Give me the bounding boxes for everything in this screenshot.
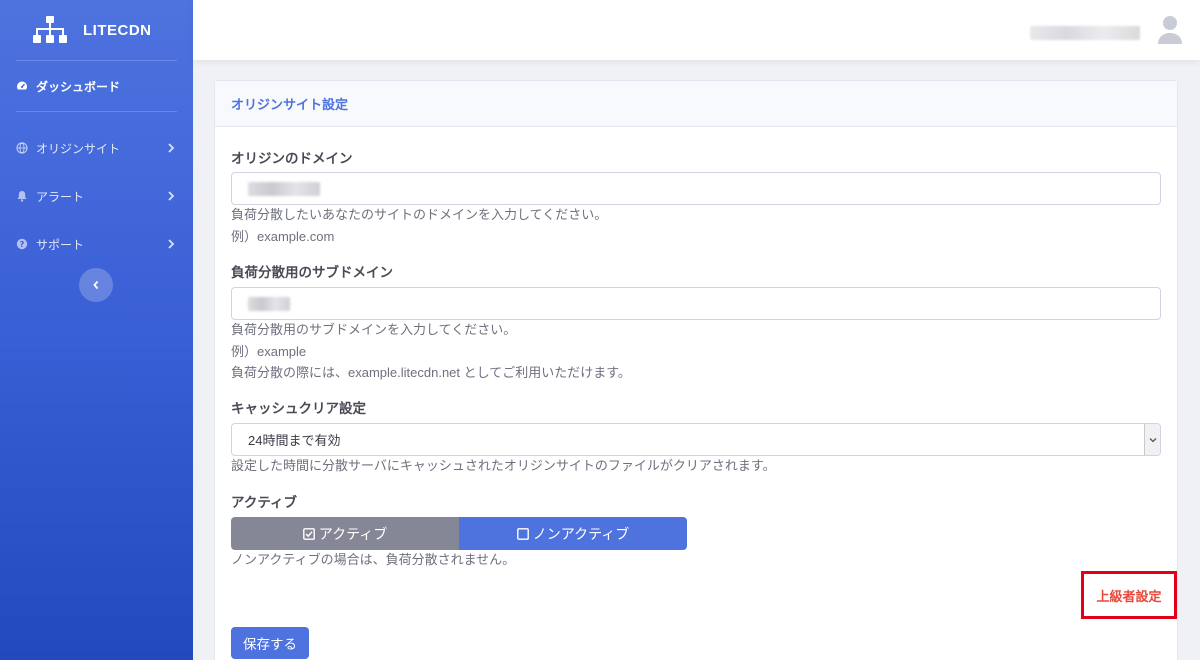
redacted-value [248, 181, 320, 196]
save-button[interactable]: 保存する [231, 627, 309, 659]
tachometer-icon [16, 80, 28, 92]
user-name-redacted[interactable] [1030, 26, 1140, 40]
chevron-right-icon [168, 143, 175, 153]
sidebar-item-label: アラート [36, 189, 85, 204]
svg-text:?: ? [20, 240, 25, 249]
cache-clear-selected-value: 24時間まで有効 [248, 433, 341, 448]
inactive-option-label: ノンアクティブ [532, 525, 630, 542]
subdomain-help: 負荷分散用のサブドメインを入力してください。 [231, 322, 517, 337]
active-help: ノンアクティブの場合は、負荷分散されません。 [231, 552, 516, 567]
sidebar-item-label: オリジンサイト [36, 141, 121, 156]
subdomain-usage-note: 負荷分散の際には、example.litecdn.net としてご利用いただけま… [231, 365, 631, 380]
active-label: アクティブ [231, 495, 298, 510]
card-header: オリジンサイト設定 [215, 81, 1177, 127]
sidebar-item-origin-site[interactable]: オリジンサイト [0, 124, 193, 172]
checkbox-checked-icon [302, 527, 315, 540]
cache-clear-help: 設定した時間に分散サーバにキャッシュされたオリジンサイトのファイルがクリアされま… [231, 458, 776, 473]
bell-icon [16, 190, 28, 202]
sidebar: LITECDN ダッシュボード オリジンサイト アラート ? サポート [0, 0, 193, 660]
chevron-right-icon [168, 239, 175, 249]
origin-site-settings-card: オリジンサイト設定 オリジンのドメイン 負荷分散したいあなたのサイトのドメインを… [214, 80, 1178, 660]
sidebar-item-alert[interactable]: アラート [0, 172, 193, 220]
select-arrow[interactable] [1144, 424, 1160, 455]
active-option-label: アクティブ [318, 525, 388, 542]
chevron-down-icon [1149, 437, 1156, 442]
sidebar-toggle-button[interactable] [79, 268, 113, 302]
subdomain-input[interactable] [231, 287, 1161, 320]
topbar [193, 0, 1200, 60]
sidebar-divider [16, 111, 177, 112]
sitemap-icon [33, 16, 67, 43]
user-avatar-icon[interactable] [1156, 14, 1184, 46]
advanced-settings-highlight: 上級者設定 [1081, 571, 1177, 619]
inactive-option-button[interactable]: ノンアクティブ [459, 517, 687, 550]
active-toggle-group: アクティブ ノンアクティブ [231, 517, 687, 550]
checkbox-unchecked-icon [516, 527, 529, 540]
cache-clear-select[interactable]: 24時間まで有効 [231, 423, 1161, 456]
globe-icon [16, 142, 28, 154]
brand-name: LITECDN [83, 21, 152, 39]
origin-domain-help: 負荷分散したいあなたのサイトのドメインを入力してください。 [231, 207, 608, 222]
origin-domain-example: 例）example.com [231, 229, 335, 244]
active-option-button[interactable]: アクティブ [231, 517, 459, 550]
chevron-right-icon [168, 191, 175, 201]
redacted-value [248, 296, 290, 311]
sidebar-item-label: サポート [36, 237, 85, 252]
card-title: オリジンサイト設定 [231, 97, 349, 112]
sidebar-item-dashboard[interactable]: ダッシュボード [0, 61, 193, 111]
question-circle-icon: ? [16, 238, 28, 250]
origin-domain-label: オリジンのドメイン [231, 151, 353, 166]
advanced-settings-link[interactable]: 上級者設定 [1096, 586, 1161, 605]
sidebar-item-support[interactable]: ? サポート [0, 220, 193, 268]
brand[interactable]: LITECDN [0, 0, 193, 60]
sidebar-item-label: ダッシュボード [36, 79, 121, 94]
subdomain-label: 負荷分散用のサブドメイン [231, 265, 393, 280]
cache-clear-label: キャッシュクリア設定 [231, 401, 366, 416]
chevron-left-icon [93, 280, 99, 290]
subdomain-example: 例）example [231, 344, 307, 359]
origin-domain-input[interactable] [231, 172, 1161, 205]
